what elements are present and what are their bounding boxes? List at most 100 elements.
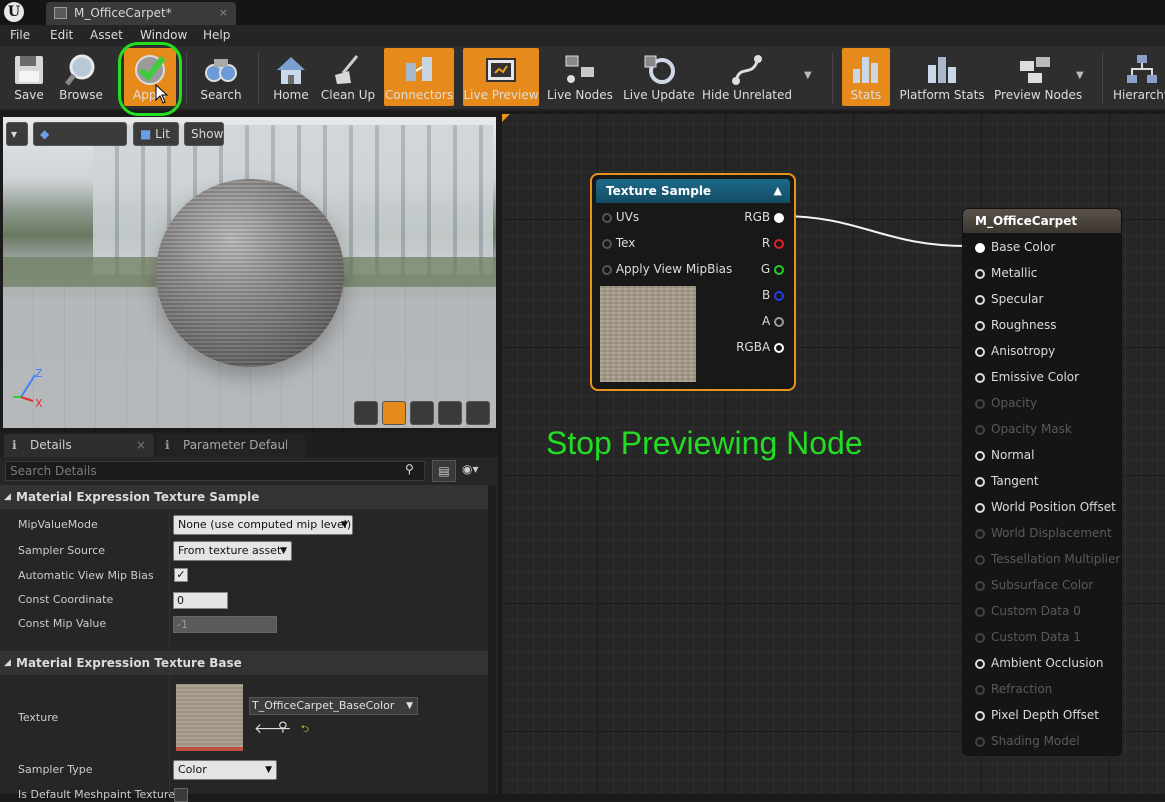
texture-sample-node[interactable]: Texture Sample ▲ UVs Tex Apply View MipBi…	[590, 173, 796, 391]
section-texture-base[interactable]: ◢ Material Expression Texture Base	[0, 651, 494, 675]
metallic-pin[interactable]: Metallic	[975, 266, 1037, 280]
is-default-meshpaint-checkbox[interactable]	[174, 788, 188, 802]
pixel-depth-offset-pin[interactable]: Pixel Depth Offset	[975, 708, 1099, 722]
reset-to-default-icon[interactable]: ⮌	[301, 722, 309, 739]
emissive-color-pin[interactable]: Emissive Color	[975, 370, 1079, 384]
tab-parameter-defaults[interactable]: ℹ Parameter Defaults	[157, 434, 305, 457]
section-texture-sample[interactable]: ◢ Material Expression Texture Sample	[0, 485, 494, 509]
preview-mesh-icon[interactable]	[466, 401, 490, 425]
material-asset-icon	[54, 7, 67, 19]
const-coordinate-label: Const Coordinate	[18, 593, 114, 606]
preview-viewport[interactable]: ▾ ◆ Perspective ■ Lit Show Z X	[3, 117, 496, 428]
anisotropy-label: Anisotropy	[991, 344, 1056, 358]
const-coordinate-input[interactable]: 0	[173, 592, 228, 609]
connectors-button[interactable]: Connectors	[384, 48, 454, 106]
preview-cube-icon[interactable]	[438, 401, 462, 425]
tex-input-pin[interactable]: Tex	[602, 236, 635, 250]
apply-view-mipbias-input-pin[interactable]: Apply View MipBias	[602, 262, 732, 276]
material-result-node[interactable]: M_OfficeCarpet Base Color Metallic Specu…	[962, 208, 1122, 756]
tab-parameter-defaults-label: Parameter Defaults	[183, 438, 287, 452]
menu-asset[interactable]: Asset	[90, 28, 123, 42]
rgb-output-pin[interactable]: RGB	[744, 210, 784, 224]
roughness-label: Roughness	[991, 318, 1057, 332]
custom-data-0-label: Custom Data 0	[991, 604, 1081, 618]
mip-value-mode-dropdown[interactable]: None (use computed mip level) ▼	[173, 515, 353, 535]
preview-nodes-button[interactable]: Preview Nodes	[994, 48, 1082, 106]
live-update-icon	[644, 55, 675, 84]
view-options-eye-icon[interactable]: ◉▾	[462, 462, 479, 476]
menu-edit[interactable]: Edit	[50, 28, 73, 42]
tab-details[interactable]: ℹ Details ×	[4, 434, 154, 457]
ambient-occlusion-pin[interactable]: Ambient Occlusion	[975, 656, 1103, 670]
preview-nodes-dropdown-icon[interactable]: ▼	[1076, 70, 1084, 81]
base-color-label: Base Color	[991, 240, 1056, 254]
close-tab-icon[interactable]: ×	[219, 2, 228, 24]
material-result-node-header[interactable]: M_OfficeCarpet	[963, 209, 1121, 233]
search-button[interactable]: Search	[196, 48, 246, 106]
a-output-pin[interactable]: A	[762, 314, 784, 328]
lit-button[interactable]: ■ Lit	[133, 122, 179, 146]
sampler-type-dropdown[interactable]: Color ▼	[173, 760, 277, 780]
texture-label: Texture	[18, 711, 59, 724]
roughness-pin[interactable]: Roughness	[975, 318, 1056, 332]
texture-thumbnail[interactable]	[176, 684, 243, 751]
live-nodes-button[interactable]: Live Nodes	[546, 48, 614, 106]
mip-value-mode-value: None (use computed mip level)	[178, 518, 352, 531]
stats-button[interactable]: Stats	[842, 48, 890, 106]
toolbar-more-dropdown-icon[interactable]: ▼	[804, 70, 812, 81]
r-output-pin[interactable]: R	[762, 236, 784, 250]
g-output-pin[interactable]: G	[761, 262, 784, 276]
browse-asset-icon[interactable]: ⚲	[278, 720, 288, 735]
texture-sample-node-header[interactable]: Texture Sample ▲	[596, 179, 790, 203]
search-details-icon[interactable]: ⚲	[405, 462, 414, 476]
g-label: G	[760, 262, 771, 276]
a-label: A	[761, 314, 771, 328]
menu-file[interactable]: File	[10, 28, 30, 42]
clean-up-button[interactable]: Clean Up	[320, 48, 376, 106]
tessellation-multiplier-pin-icon	[975, 554, 985, 565]
perspective-button[interactable]: ◆ Perspective	[33, 122, 127, 163]
stats-label: Stats	[850, 88, 882, 102]
sampler-source-dropdown[interactable]: From texture asset ▼	[173, 541, 292, 561]
show-label: Show	[191, 127, 224, 141]
tangent-pin[interactable]: Tangent	[975, 474, 1039, 488]
platform-stats-button[interactable]: Platform Stats	[898, 48, 986, 106]
preview-cylinder-icon[interactable]	[354, 401, 378, 425]
rgba-output-pin[interactable]: RGBA	[736, 340, 784, 354]
collapse-node-icon[interactable]: ▲	[774, 179, 782, 203]
document-tab[interactable]: M_OfficeCarpet* ×	[46, 2, 236, 25]
toolbar-separator	[186, 52, 187, 104]
base-color-pin[interactable]: Base Color	[975, 240, 1055, 254]
details-scrollbar[interactable]	[488, 485, 496, 794]
save-button[interactable]: Save	[4, 48, 54, 106]
preview-plane-icon[interactable]	[410, 401, 434, 425]
preview-sphere-icon[interactable]	[382, 401, 406, 425]
browse-button[interactable]: Browse	[56, 48, 106, 106]
world-position-offset-pin[interactable]: World Position Offset	[975, 500, 1116, 514]
hierarchy-button[interactable]: Hierarchy	[1112, 48, 1165, 106]
hide-unrelated-button[interactable]: Hide Unrelated	[702, 48, 792, 106]
shading-model-pin-icon	[975, 736, 985, 747]
menu-window[interactable]: Window	[140, 28, 187, 42]
unreal-logo-icon[interactable]: U	[4, 2, 24, 22]
auto-view-mip-bias-checkbox[interactable]: ✓	[174, 568, 188, 582]
menu-help[interactable]: Help	[203, 28, 230, 42]
specular-pin[interactable]: Specular	[975, 292, 1043, 306]
live-update-button[interactable]: Live Update	[622, 48, 696, 106]
normal-pin[interactable]: Normal	[975, 448, 1034, 462]
save-label: Save	[14, 88, 44, 102]
viewport-options-dropdown-icon[interactable]: ▾	[6, 122, 28, 146]
texture-asset-picker[interactable]: T_OfficeCarpet_BaseColor ▼	[249, 697, 418, 715]
live-preview-button[interactable]: Live Preview	[463, 48, 539, 106]
close-details-tab-icon[interactable]: ×	[136, 434, 146, 456]
uvs-input-pin[interactable]: UVs	[602, 210, 639, 224]
home-button[interactable]: Home	[266, 48, 316, 106]
view-options-grid-icon[interactable]: ▤	[432, 460, 456, 482]
search-details-input[interactable]: Search Details	[5, 461, 425, 481]
custom-data-1-pin: Custom Data 1	[975, 630, 1081, 644]
anisotropy-pin[interactable]: Anisotropy	[975, 344, 1055, 358]
ambient-occlusion-label: Ambient Occlusion	[991, 656, 1104, 670]
b-output-pin[interactable]: B	[762, 288, 784, 302]
details-column-divider	[169, 509, 170, 794]
show-button[interactable]: Show	[184, 122, 224, 146]
